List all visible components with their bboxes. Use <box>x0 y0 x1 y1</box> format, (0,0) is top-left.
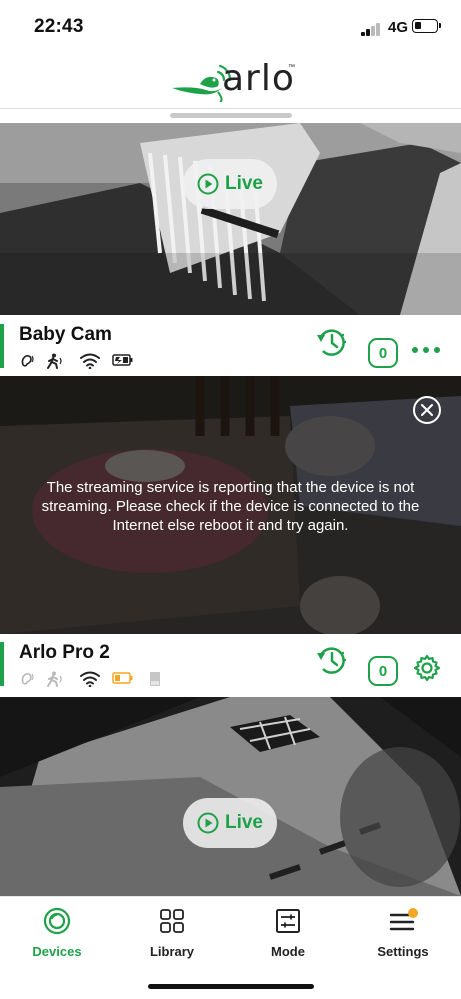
wifi-icon <box>80 671 100 687</box>
active-indicator <box>0 642 4 686</box>
camera-feed-arlo-pro-2[interactable]: The streaming service is reporting that … <box>0 376 461 634</box>
sd-card-icon <box>150 672 160 686</box>
live-button[interactable]: Live <box>183 159 277 209</box>
pull-handle[interactable] <box>170 113 292 118</box>
motion-icon <box>47 671 62 687</box>
logo-text: arlo <box>222 58 295 99</box>
signal-icon <box>361 23 385 36</box>
streaming-error-message: The streaming service is reporting that … <box>41 479 420 534</box>
camera-name: Arlo Pro 2 <box>19 642 110 663</box>
notification-badge <box>408 908 418 918</box>
sound-icon <box>21 673 34 685</box>
feed-image-staircase <box>0 123 461 315</box>
camera-row-baby-cam[interactable]: Baby Cam 0 <box>0 318 461 380</box>
more-icon[interactable] <box>411 346 441 354</box>
sound-icon <box>21 355 34 367</box>
tab-library[interactable]: Library <box>122 907 222 967</box>
feed-image-garden <box>0 697 461 896</box>
play-icon <box>197 173 219 195</box>
close-error-button[interactable] <box>413 396 441 424</box>
logo-trademark: ™ <box>288 64 295 71</box>
sliders-icon <box>276 909 300 933</box>
count-badge[interactable]: 0 <box>368 656 398 686</box>
live-label: Live <box>224 812 264 833</box>
tab-label: Mode <box>271 944 305 959</box>
tab-label: Settings <box>377 944 429 959</box>
battery-charging-icon <box>112 354 133 366</box>
tab-mode[interactable]: Mode <box>238 907 338 967</box>
camera-feed-garden[interactable]: Live <box>0 697 461 896</box>
tab-devices[interactable]: Devices <box>7 907 107 967</box>
home-indicator[interactable] <box>148 984 314 989</box>
tab-label: Devices <box>32 944 82 959</box>
close-icon <box>421 404 433 416</box>
app-header: arlo ™ <box>0 56 461 109</box>
camera-row-arlo-pro-2[interactable]: Arlo Pro 2 0 <box>0 636 461 698</box>
tab-settings[interactable]: Settings <box>353 907 453 967</box>
grid-icon <box>160 909 184 933</box>
network-type: 4G <box>388 19 409 36</box>
battery-icon <box>412 19 441 33</box>
menu-icon <box>389 908 418 931</box>
motion-icon <box>47 353 62 369</box>
history-icon[interactable] <box>315 643 349 677</box>
camera-feed-baby-cam[interactable]: Live <box>0 123 461 315</box>
wifi-icon <box>80 353 100 369</box>
status-bar: 22:43 4G <box>0 0 461 56</box>
battery-low-icon <box>112 672 133 684</box>
active-indicator <box>0 324 4 368</box>
live-button[interactable]: Live <box>183 798 277 848</box>
status-time: 22:43 <box>34 16 84 37</box>
camera-name: Baby Cam <box>19 324 112 345</box>
history-icon[interactable] <box>315 325 349 359</box>
tab-label: Library <box>149 944 195 959</box>
devices-icon <box>43 907 71 935</box>
play-icon <box>197 812 219 834</box>
gear-icon[interactable] <box>413 654 441 682</box>
live-label: Live <box>224 173 264 194</box>
count-badge[interactable]: 0 <box>368 338 398 368</box>
